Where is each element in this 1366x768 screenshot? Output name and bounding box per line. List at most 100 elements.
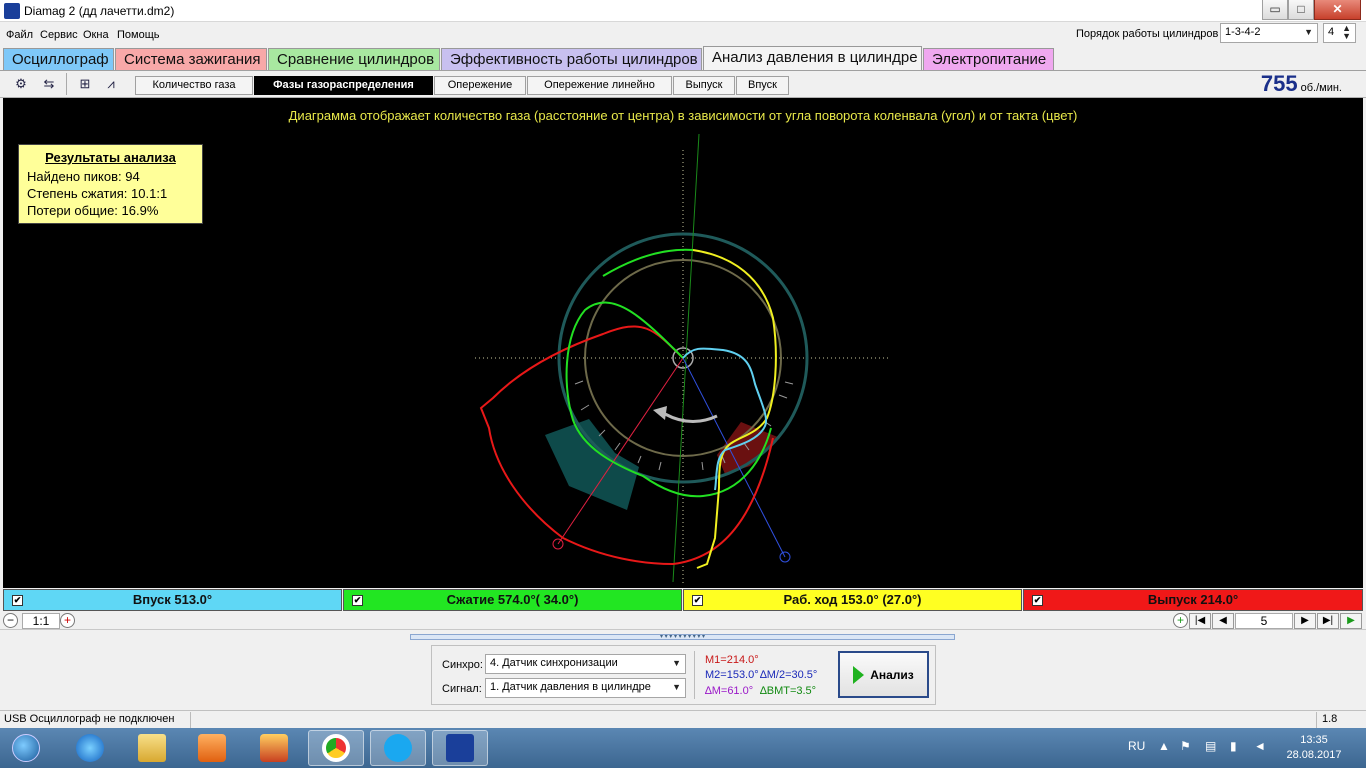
panel-splitter[interactable]: ▾ ▾ ▾ ▾ ▾ ▾ ▾ ▾ ▾ ▾ — [410, 634, 955, 640]
taskbar-chrome[interactable] — [308, 730, 364, 766]
play-icon — [853, 665, 865, 684]
subtab-intake[interactable]: Впуск — [736, 76, 789, 95]
zoom-out-button[interactable]: − — [3, 613, 18, 628]
marker-dbmt: ∆BMT=3.5° — [760, 685, 817, 697]
add-button[interactable]: + — [1173, 613, 1188, 628]
subtab-exhaust[interactable]: Выпуск — [673, 76, 735, 95]
auto-scale-icon[interactable]: ⊞ — [74, 74, 96, 94]
skype-icon — [384, 734, 412, 762]
taskbar-app[interactable] — [246, 730, 302, 766]
tab-cylinder-compare[interactable]: Сравнение цилиндров — [268, 48, 440, 70]
cylinder-order-label: Порядок работы цилиндров — [1076, 28, 1219, 40]
tray-expand-icon[interactable]: ▲ — [1158, 739, 1170, 753]
taskbar-diamag[interactable] — [432, 730, 488, 766]
first-button[interactable]: |◀ — [1189, 613, 1211, 629]
flag-icon[interactable]: ⚑ — [1180, 739, 1191, 753]
phase-compression-checkbox[interactable]: ✔ — [352, 595, 363, 606]
cylinder-order-select[interactable]: 1-3-4-2 ▼ — [1220, 23, 1318, 43]
cylinder-count-select[interactable]: 4 ▲ ▼ — [1323, 23, 1356, 43]
sync-label: Синхро: — [442, 659, 483, 671]
subtab-advance-linear[interactable]: Опережение линейно — [527, 76, 672, 95]
m2-line — [682, 357, 786, 558]
last-button[interactable]: ▶| — [1317, 613, 1339, 629]
signal-label: Сигнал: — [442, 683, 482, 695]
play-button[interactable]: ▶ — [1340, 613, 1362, 629]
sync-value: 4. Датчик синхронизации — [490, 657, 618, 669]
version-text: 1.8 — [1322, 713, 1338, 725]
app-icon — [4, 3, 20, 19]
polar-diagram — [475, 133, 891, 586]
network-icon[interactable]: ▮ — [1230, 739, 1237, 753]
status-text: USB Осциллограф не подключен — [4, 713, 175, 725]
subtab-valve-timing[interactable]: Фазы газораспределения — [254, 76, 433, 95]
cylinder-order-value: 1-3-4-2 — [1225, 26, 1261, 38]
marker-m2: M2=153.0° — [705, 669, 759, 681]
phase-exhaust-checkbox[interactable]: ✔ — [1032, 595, 1043, 606]
tab-power-supply[interactable]: Электропитание — [923, 48, 1054, 70]
chevron-down-icon: ▼ — [672, 682, 681, 692]
prev-button[interactable]: ◀ — [1212, 613, 1234, 629]
subtab-gas-quantity[interactable]: Количество газа — [135, 76, 253, 95]
numbering-icon[interactable]: ⇆ — [38, 74, 60, 94]
status-separator — [1316, 712, 1317, 728]
cylinder-settings-icon[interactable]: ⚙ — [10, 74, 32, 94]
sync-select[interactable]: 4. Датчик синхронизации ▼ — [485, 654, 686, 674]
rpm-display: 755 об./мин. — [1261, 71, 1342, 97]
subtab-advance[interactable]: Опережение — [434, 76, 526, 95]
phase-power[interactable]: ✔ Раб. ход 153.0° (27.0°) — [683, 589, 1022, 611]
analyze-button[interactable]: Анализ — [838, 651, 929, 698]
zoom-row — [0, 612, 1366, 630]
phase-intake-checkbox[interactable]: ✔ — [12, 595, 23, 606]
taskbar-explorer[interactable] — [124, 730, 180, 766]
diagram-canvas[interactable]: Диаграмма отображает количество газа (ра… — [3, 98, 1363, 588]
phase-intake[interactable]: ✔ Впуск 513.0° — [3, 589, 342, 611]
phase-compression-label: Сжатие 574.0°( 34.0°) — [446, 592, 579, 607]
device-icon[interactable]: ▤ — [1205, 739, 1216, 753]
menu-file[interactable]: Файл — [6, 29, 33, 41]
tab-pressure-analysis[interactable]: Анализ давления в цилиндре — [703, 46, 922, 71]
status-separator — [190, 712, 191, 728]
marker-dm: ∆M=61.0° — [705, 685, 754, 697]
rpm-unit: об./мин. — [1300, 82, 1342, 94]
menu-service[interactable]: Сервис — [40, 29, 78, 41]
close-button[interactable]: ✕ — [1314, 0, 1361, 20]
signal-value: 1. Датчик давления в цилиндре — [490, 681, 651, 693]
chevron-down-icon: ▼ — [1304, 27, 1313, 37]
clock[interactable]: 13:35 28.08.2017 — [1274, 733, 1354, 763]
tab-cylinder-efficiency[interactable]: Эффективность работы цилиндров — [441, 48, 702, 70]
language-indicator[interactable]: RU — [1128, 739, 1145, 753]
tab-oscilloscope[interactable]: Осциллограф — [3, 48, 114, 70]
menu-windows[interactable]: Окна — [83, 29, 109, 41]
phase-power-checkbox[interactable]: ✔ — [692, 595, 703, 606]
zoom-in-button[interactable]: + — [60, 613, 75, 628]
diamag-icon — [446, 734, 474, 762]
rotation-arrow-head — [653, 406, 667, 420]
minimize-button[interactable]: ▭ — [1262, 0, 1288, 20]
phase-compression[interactable]: ✔ Сжатие 574.0°( 34.0°) — [343, 589, 682, 611]
signal-select[interactable]: 1. Датчик давления в цилиндре ▼ — [485, 678, 686, 698]
marker-dm2: ∆M/2=30.5° — [760, 669, 818, 681]
spin-icon: ▲ ▼ — [1342, 23, 1351, 41]
chevron-down-icon: ▼ — [672, 658, 681, 668]
zoom-ratio[interactable]: 1:1 — [22, 613, 60, 629]
panel-separator — [694, 651, 695, 699]
start-icon — [12, 734, 40, 762]
volume-icon[interactable]: ◄ — [1254, 739, 1266, 753]
taskbar-ie[interactable] — [62, 730, 118, 766]
rpm-value: 755 — [1260, 71, 1298, 96]
next-button[interactable]: ▶ — [1294, 613, 1316, 629]
start-button[interactable] — [6, 730, 46, 766]
averaging-icon[interactable]: ⩘ — [100, 74, 122, 94]
chrome-icon — [322, 734, 350, 762]
taskbar-media[interactable] — [184, 730, 240, 766]
phase-exhaust[interactable]: ✔ Выпуск 214.0° — [1023, 589, 1363, 611]
rotation-arrow — [664, 412, 718, 423]
title-bar: Diamag 2 (дд лачетти.dm2) — [0, 0, 1366, 22]
page-number[interactable]: 5 — [1235, 613, 1293, 629]
explorer-icon — [138, 734, 166, 762]
taskbar-skype[interactable] — [370, 730, 426, 766]
maximize-button[interactable]: □ — [1288, 0, 1314, 20]
phase-exhaust-label: Выпуск 214.0° — [1147, 592, 1239, 607]
menu-help[interactable]: Помощь — [117, 29, 160, 41]
tab-ignition[interactable]: Система зажигания — [115, 48, 267, 70]
